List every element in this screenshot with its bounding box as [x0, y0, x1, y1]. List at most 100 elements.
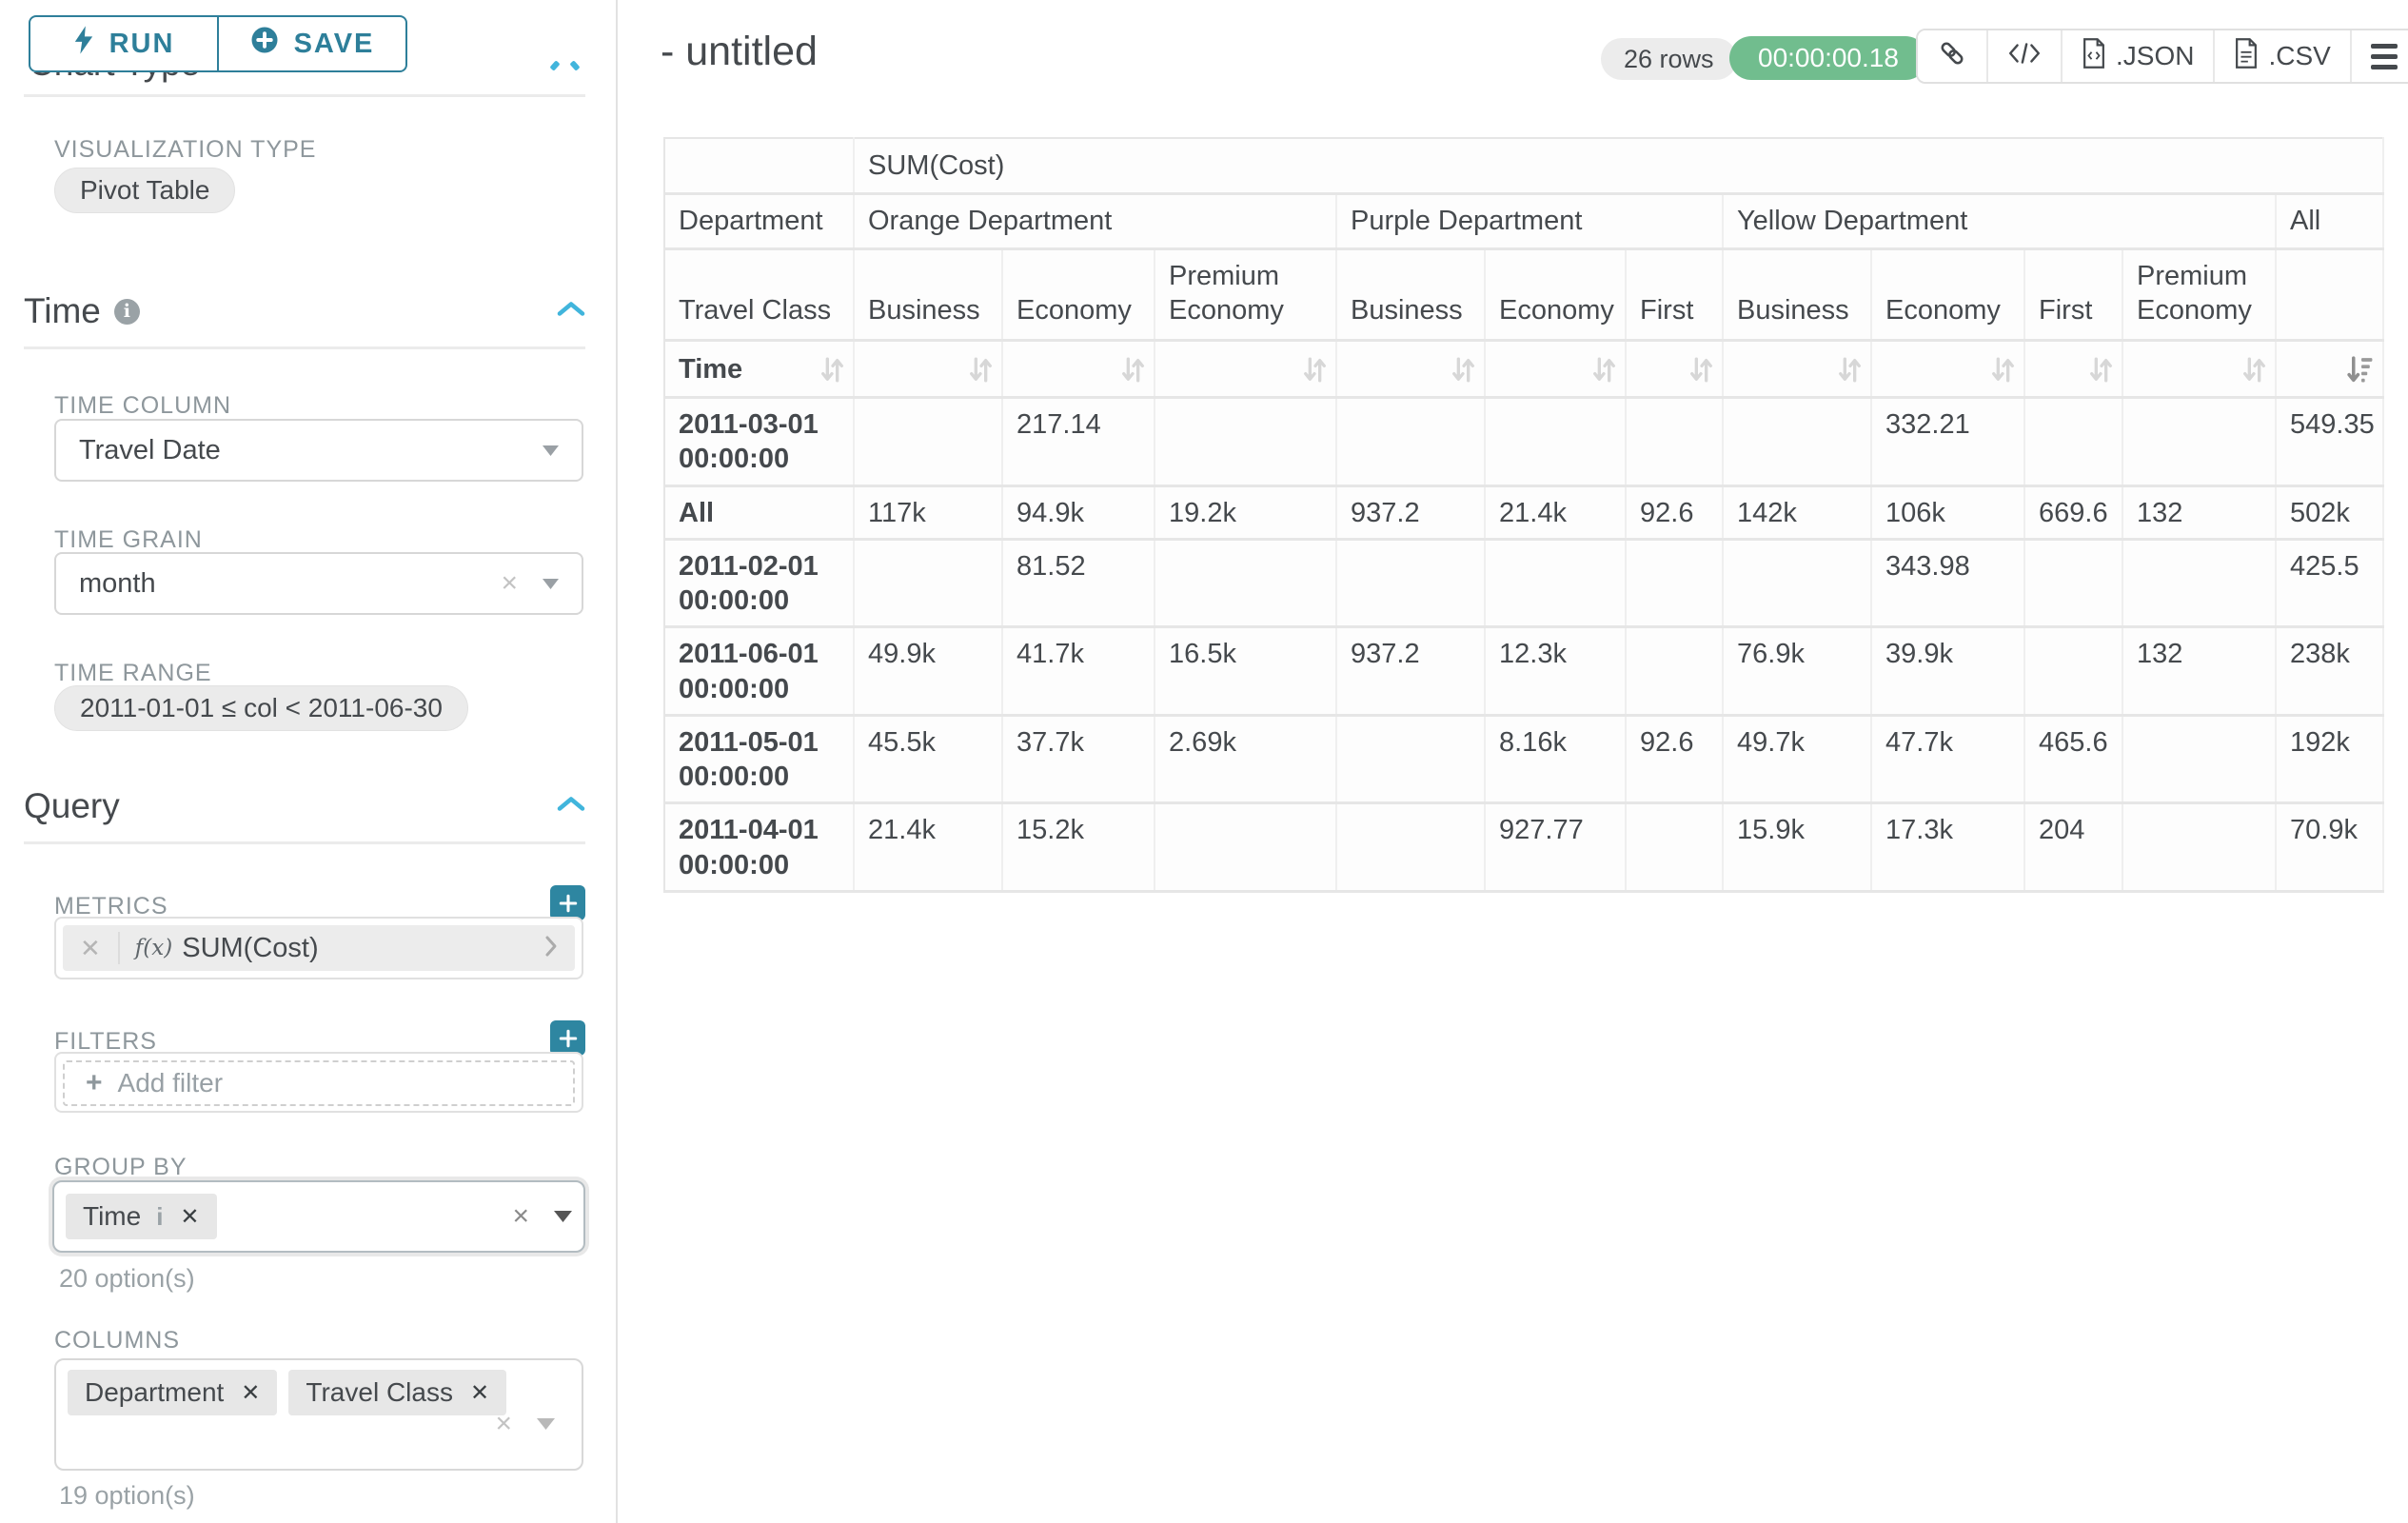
link-icon [1937, 38, 1967, 75]
pivot-row: 2011-02-01 00:00:0081.52343.98425.5 [664, 539, 2383, 627]
divider [118, 932, 120, 964]
export-toolbar: .JSON .CSV [1916, 29, 2408, 84]
plus-icon: + [86, 1067, 103, 1099]
chart-type-collapse-chevron[interactable] [569, 60, 580, 70]
group-by-tag-label: Time [83, 1201, 141, 1232]
copy-link-button[interactable] [1918, 30, 1986, 82]
remove-tag-icon[interactable]: ✕ [470, 1379, 489, 1407]
sort-icon[interactable] [1302, 355, 1328, 385]
pivot-row: All117k94.9k19.2k937.221.4k92.6142k106k6… [664, 485, 2383, 539]
chart-title[interactable]: - untitled [661, 29, 818, 75]
pivot-sort-cell [1723, 341, 1871, 398]
time-column-value: Travel Date [79, 435, 221, 466]
pivot-value-cell [2122, 715, 2276, 803]
clear-icon[interactable]: × [501, 567, 518, 600]
export-csv-button[interactable]: .CSV [2213, 30, 2349, 82]
chevron-up-icon[interactable] [557, 796, 585, 817]
menu-button[interactable] [2350, 30, 2408, 82]
pivot-col-header: Business [1723, 248, 1871, 341]
sort-icon[interactable] [1591, 355, 1617, 385]
clear-icon[interactable]: × [512, 1200, 529, 1233]
sort-icon[interactable] [2241, 355, 2267, 385]
time-grain-select[interactable]: month × [54, 552, 583, 615]
add-filter-plus-button[interactable] [550, 1020, 585, 1056]
panel-splitter[interactable] [616, 0, 618, 1523]
group-by-select[interactable]: Time i ✕ × [52, 1180, 585, 1253]
export-json-button[interactable]: .JSON [2061, 30, 2213, 82]
pivot-col-header: Economy [1871, 248, 2024, 341]
add-filter-dropzone[interactable]: + Add filter [63, 1060, 575, 1106]
plus-circle-icon [250, 26, 279, 62]
sort-icon[interactable] [968, 355, 994, 385]
pivot-value-cell: 332.21 [1871, 398, 2024, 486]
pivot-sort-cell [1002, 341, 1155, 398]
pivot-value-cell: 41.7k [1002, 627, 1155, 716]
pivot-row-label: 2011-03-01 00:00:00 [664, 398, 854, 486]
pivot-sort-cell [1336, 341, 1485, 398]
pivot-group-header: All [2276, 193, 2383, 248]
clear-icon[interactable]: × [495, 1408, 512, 1440]
chevron-right-icon[interactable] [544, 935, 558, 962]
run-button[interactable]: RUN [29, 15, 219, 72]
chevron-up-icon[interactable] [557, 301, 585, 322]
pivot-col-header: First [2024, 248, 2122, 341]
pivot-value-cell [1626, 398, 1723, 486]
pivot-value-cell [1336, 803, 1485, 892]
sort-icon[interactable] [1120, 355, 1146, 385]
sort-desc-active-icon[interactable] [2346, 355, 2375, 385]
export-json-label: .JSON [2116, 41, 2194, 71]
pivot-value-cell: 132 [2122, 627, 2276, 716]
file-lines-icon [2234, 38, 2259, 75]
pivot-value-cell [854, 539, 1002, 627]
pivot-value-cell [1155, 803, 1336, 892]
pivot-row-label: 2011-06-01 00:00:00 [664, 627, 854, 716]
remove-tag-icon[interactable]: ✕ [241, 1379, 260, 1407]
section-divider [24, 346, 585, 349]
embed-code-button[interactable] [1986, 30, 2061, 82]
export-csv-label: .CSV [2268, 41, 2330, 71]
chart-type-collapse-chevron[interactable] [549, 60, 560, 70]
pivot-sort-cell [2276, 341, 2383, 398]
pivot-value-cell [1485, 398, 1626, 486]
sort-icon[interactable] [1451, 355, 1476, 385]
pivot-value-cell: 39.9k [1871, 627, 2024, 716]
sort-icon[interactable] [1990, 355, 2016, 385]
chevron-down-icon[interactable] [537, 1418, 555, 1430]
pivot-row-label: 2011-05-01 00:00:00 [664, 715, 854, 803]
pivot-row: 2011-06-01 00:00:0049.9k41.7k16.5k937.21… [664, 627, 2383, 716]
pivot-col-header: Premium Economy [1155, 248, 1336, 341]
sort-icon[interactable] [819, 355, 845, 385]
pivot-value-cell: 12.3k [1485, 627, 1626, 716]
columns-tag: Department ✕ [68, 1370, 277, 1415]
row-count-badge: 26 rows [1601, 38, 1737, 80]
query-timer-badge: 00:00:00.18 [1729, 36, 1927, 80]
remove-metric-icon[interactable]: ✕ [63, 934, 118, 963]
sort-icon[interactable] [2088, 355, 2114, 385]
time-grain-label: TIME GRAIN [54, 526, 203, 554]
time-column-select[interactable]: Travel Date [54, 419, 583, 482]
pivot-row-label: 2011-02-01 00:00:00 [664, 539, 854, 627]
pivot-value-cell: 238k [2276, 627, 2383, 716]
add-metric-button[interactable] [550, 885, 585, 920]
pivot-value-cell: 425.5 [2276, 539, 2383, 627]
sort-icon[interactable] [1837, 355, 1863, 385]
chevron-down-icon[interactable] [554, 1211, 572, 1222]
time-range-pill[interactable]: 2011-01-01 ≤ col < 2011-06-30 [54, 685, 468, 731]
pivot-value-cell: 117k [854, 485, 1002, 539]
metric-pill[interactable]: ✕ f(x) SUM(Cost) [63, 925, 575, 971]
add-filter-label: Add filter [118, 1068, 224, 1098]
pivot-value-cell [1723, 398, 1871, 486]
pivot-value-cell: 8.16k [1485, 715, 1626, 803]
query-section-title: Query [24, 786, 120, 826]
lightning-bolt-icon [73, 26, 94, 62]
sort-icon[interactable] [1688, 355, 1714, 385]
pivot-value-cell: 45.5k [854, 715, 1002, 803]
columns-select[interactable]: Department ✕ Travel Class ✕ × [54, 1358, 583, 1471]
pivot-row: 2011-03-01 00:00:00217.14332.21549.35 [664, 398, 2383, 486]
remove-tag-icon[interactable]: ✕ [180, 1203, 199, 1231]
pivot-value-cell: 927.77 [1485, 803, 1626, 892]
save-button[interactable]: SAVE [217, 15, 407, 72]
run-save-button-group: RUN SAVE [29, 15, 407, 72]
viz-type-pill[interactable]: Pivot Table [54, 168, 235, 213]
pivot-value-cell: 47.7k [1871, 715, 2024, 803]
